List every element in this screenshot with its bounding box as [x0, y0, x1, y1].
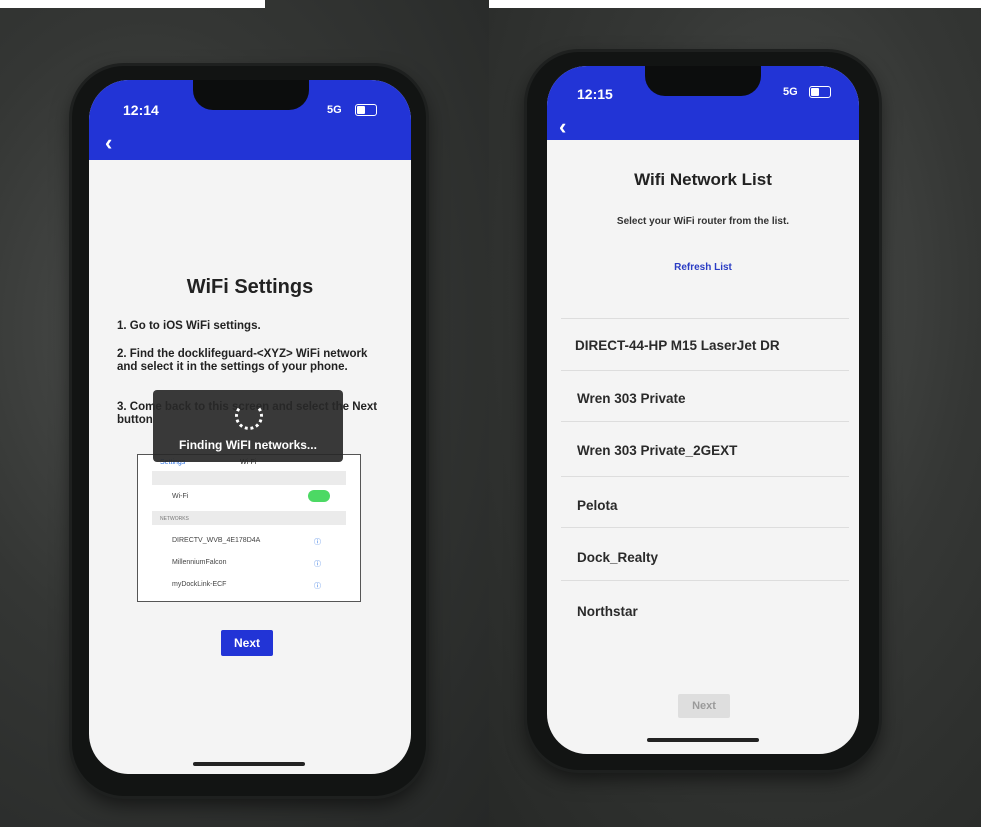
top-edge-strip	[489, 0, 981, 8]
loading-hud: Finding WiFI networks...	[153, 390, 343, 462]
network-list-item[interactable]: Northstar	[577, 604, 638, 619]
network-indicator: 5G	[783, 86, 798, 98]
right-photo: 12:15 5G ‹ Wifi Network List Select your…	[489, 0, 981, 827]
list-divider	[561, 476, 849, 477]
left-photo: 12:14 5G ‹ WiFi Settings 1. Go to iOS Wi…	[0, 0, 489, 827]
refresh-list-link[interactable]: Refresh List	[547, 262, 859, 273]
left-phone: 12:14 5G ‹ WiFi Settings 1. Go to iOS Wi…	[72, 66, 426, 796]
info-icon: ⓘ	[314, 583, 321, 590]
battery-icon	[355, 104, 377, 116]
status-time: 12:14	[123, 102, 159, 118]
info-icon: ⓘ	[314, 539, 321, 546]
right-screen: 12:15 5G ‹ Wifi Network List Select your…	[547, 66, 859, 754]
wifi-toggle-icon	[308, 490, 330, 502]
next-button-disabled[interactable]: Next	[678, 694, 730, 718]
network-indicator: 5G	[327, 104, 342, 116]
list-divider	[561, 318, 849, 319]
back-chevron-icon[interactable]: ‹	[105, 130, 112, 156]
figure-network-name: DIRECTV_WVB_4E178D4A	[172, 537, 261, 544]
figure-network-name: myDockLink-ECF	[172, 581, 227, 588]
home-indicator	[647, 738, 759, 742]
figure-spacer	[152, 471, 346, 485]
next-button[interactable]: Next	[221, 630, 273, 656]
list-divider	[561, 370, 849, 371]
figure-wifi-label: Wi-Fi	[172, 493, 189, 500]
back-chevron-icon[interactable]: ‹	[559, 114, 566, 140]
network-list-item[interactable]: Wren 303 Private	[577, 391, 686, 406]
status-time: 12:15	[577, 86, 613, 102]
home-indicator	[193, 762, 305, 766]
network-list-item[interactable]: Wren 303 Private_2GEXT	[577, 443, 737, 458]
notch	[645, 66, 761, 96]
battery-icon	[809, 86, 831, 98]
step-2: 2. Find the docklifeguard-<XYZ> WiFi net…	[117, 348, 368, 373]
list-divider	[561, 421, 849, 422]
list-divider	[561, 580, 849, 581]
top-edge-strip	[0, 0, 265, 8]
loading-text: Finding WiFI networks...	[179, 438, 317, 452]
page-title: Wifi Network List	[634, 170, 772, 189]
info-icon: ⓘ	[314, 561, 321, 568]
figure-networks-band: NETWORKS	[152, 511, 346, 525]
page-title: WiFi Settings	[186, 276, 314, 298]
network-list-item[interactable]: Dock_Realty	[577, 550, 658, 565]
left-screen: 12:14 5G ‹ WiFi Settings 1. Go to iOS Wi…	[89, 80, 411, 774]
figure-network-name: MillenniumFalcon	[172, 559, 227, 566]
figure-networks-header: NETWORKS	[160, 516, 189, 522]
network-list-item[interactable]: DIRECT-44-HP M15 LaserJet DR	[575, 338, 780, 353]
list-divider	[561, 527, 849, 528]
network-list-item[interactable]: Pelota	[577, 498, 618, 513]
wifi-settings-illustration: Settings Wi-Fi Wi-Fi NETWORKS DIRECTV_WV…	[137, 454, 361, 602]
page-subtitle: Select your WiFi router from the list.	[616, 216, 790, 227]
step-1: 1. Go to iOS WiFi settings.	[117, 320, 261, 332]
right-phone: 12:15 5G ‹ Wifi Network List Select your…	[527, 52, 879, 770]
notch	[193, 80, 309, 110]
spinner-icon	[235, 402, 263, 430]
